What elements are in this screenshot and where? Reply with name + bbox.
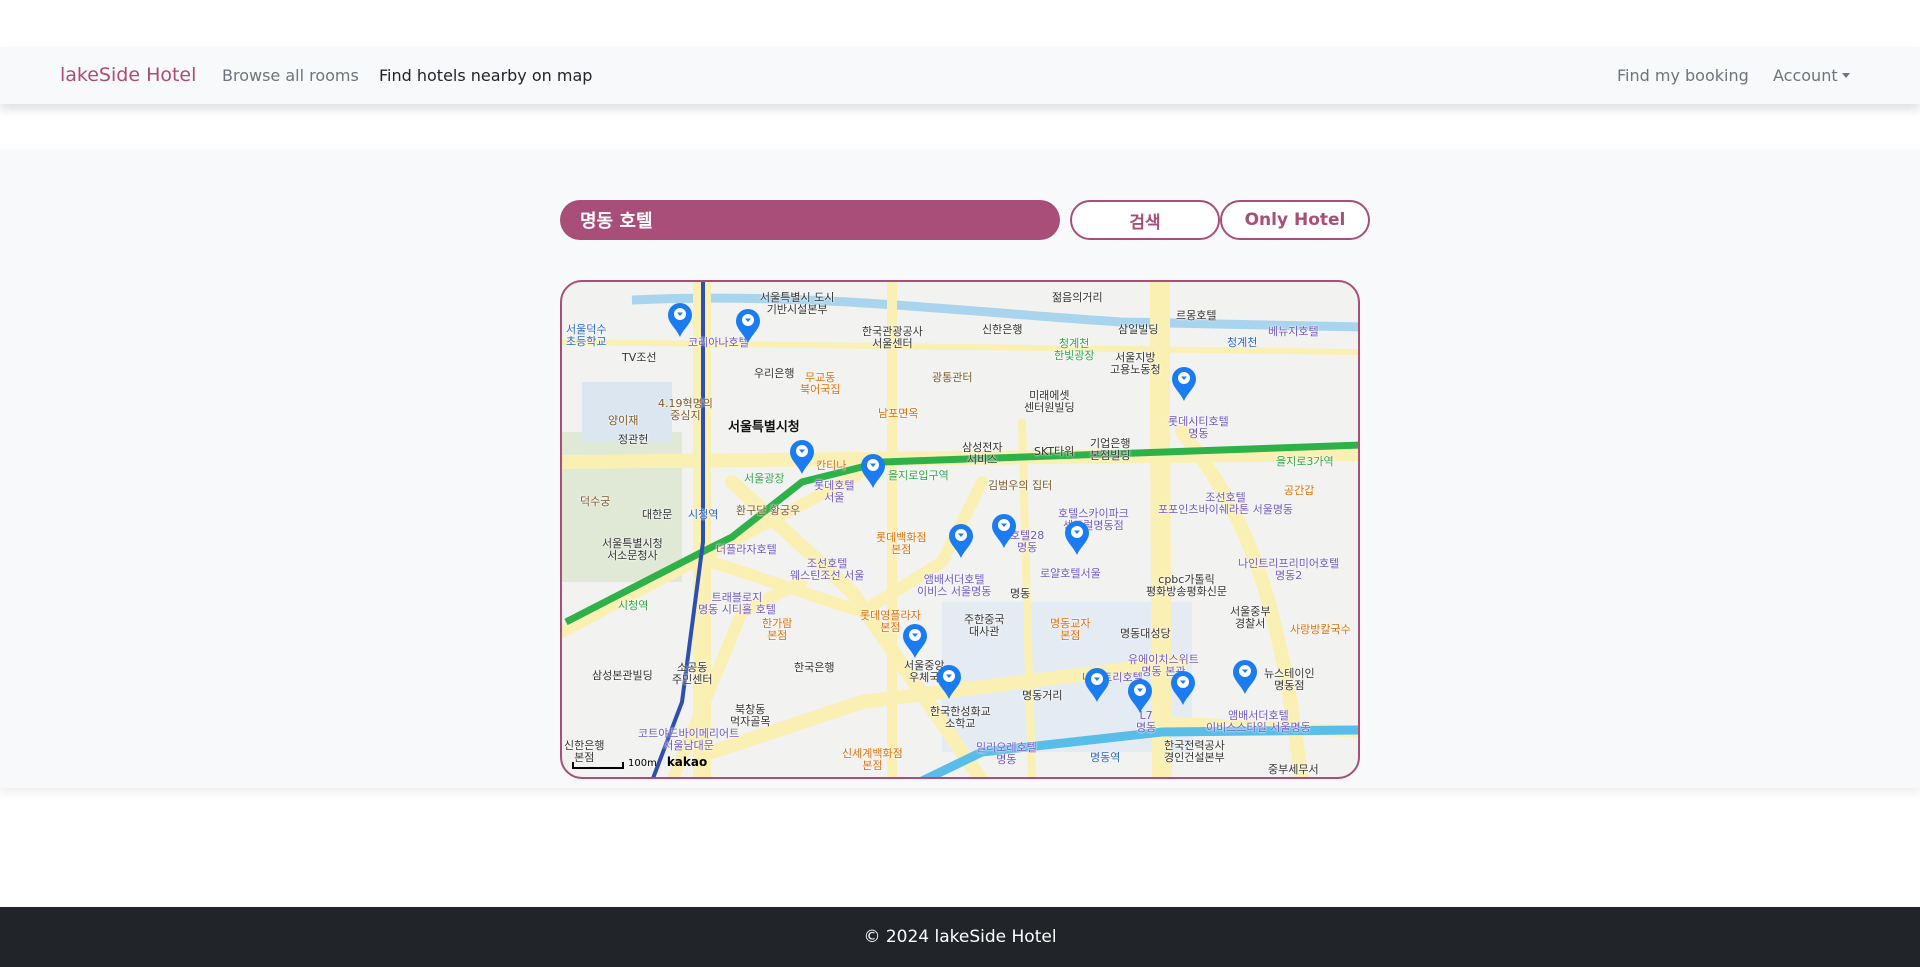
hotel-marker-icon[interactable] [1084,667,1110,703]
nav-find-hotels-map[interactable]: Find hotels nearby on map [379,66,592,85]
map-label[interactable]: 광통관터 [932,372,972,384]
map-label[interactable]: 삼성전자 서비스 [962,442,1002,466]
map-label[interactable]: 조선호텔 포포인츠바이쉐라톤 서울명동 [1158,492,1293,516]
map-label[interactable]: 소공동 주민센터 [672,662,712,686]
scale-bar [572,762,624,769]
account-dropdown[interactable]: Account [1773,66,1850,85]
map-label[interactable]: 기업은행 본점빌딩 [1090,438,1130,462]
map-label[interactable]: 을지로입구역 [888,470,949,482]
map-label[interactable]: 조선호텔 웨스틴조선 서울 [790,558,864,582]
map-label[interactable]: 서울특별시 도시 기반시설본부 [760,292,834,316]
hotel-marker-icon[interactable] [936,664,962,700]
map-label[interactable]: 서울중부 경찰서 [1230,606,1270,630]
navbar: lakeSide Hotel Browse all rooms Find hot… [0,47,1920,104]
footer: © 2024 lakeSide Hotel [0,907,1920,967]
map-label[interactable]: 서울특별시청 서소문청사 [602,538,663,562]
hotel-marker-icon[interactable] [948,523,974,559]
nav-find-booking[interactable]: Find my booking [1617,66,1749,85]
brand-link[interactable]: lakeSide Hotel [60,64,196,86]
map-label[interactable]: 더플라자호텔 [716,544,777,556]
hotel-marker-icon[interactable] [991,513,1017,549]
map-label[interactable]: 양이재 [608,415,638,427]
map-label[interactable]: 나인트리프리미어호텔 명동2 [1238,558,1339,582]
map-label[interactable]: 서울광장 [744,473,784,485]
map-label[interactable]: 신세계백화점 본점 [842,748,903,772]
search-button[interactable]: 검색 [1070,200,1220,240]
map-label[interactable]: 신한은행 [982,324,1022,336]
map-label[interactable]: 롯데호텔 서울 [814,480,854,504]
map-label[interactable]: 앰배서더호텔 이비스 서울명동 [917,574,991,598]
map-label[interactable]: 한국관광공사 서울센터 [862,326,923,350]
hotel-marker-icon[interactable] [1171,366,1197,402]
hotel-marker-icon[interactable] [860,453,886,489]
scale-label: 100m [628,758,657,769]
map-label[interactable]: 롯데시티호텔 명동 [1168,416,1229,440]
map-label[interactable]: 앰배서더호텔 이비스스타일 서울명동 [1206,710,1311,734]
map-label[interactable]: 한국전력공사 경인건설본부 [1164,740,1225,764]
map-label[interactable]: 한가람 본점 [762,618,792,642]
map-label[interactable]: 명동역 [1090,752,1120,764]
map-label[interactable]: 미래에셋 센터원빌딩 [1024,390,1075,414]
map-label[interactable]: 명동 [1010,588,1030,600]
map-scale: 100m kakao [572,755,707,769]
map-label[interactable]: SKT타워 [1034,446,1074,458]
nav-browse-rooms[interactable]: Browse all rooms [222,66,359,85]
hotel-marker-icon[interactable] [667,302,693,338]
hotel-marker-icon[interactable] [789,439,815,475]
map-label[interactable]: 삼성본관빌딩 [592,670,653,682]
map-label[interactable]: 대한문 [642,509,672,521]
map-label[interactable]: 서울지방 고용노동청 [1110,352,1161,376]
map-label[interactable]: TV조선 [622,352,656,364]
map-label[interactable]: 시청역 [688,509,718,521]
map-label[interactable]: 트래블로지 명동 시티홀 호텔 [698,592,776,616]
map-label[interactable]: 베뉴지호텔 [1268,326,1319,338]
hotel-marker-icon[interactable] [1232,659,1258,695]
map-label[interactable]: cpbc가톨릭 평화방송평화신문 [1146,574,1227,598]
map-label[interactable]: 청계천 [1227,337,1257,349]
map-label[interactable]: 덕수궁 [580,496,610,508]
hotel-marker-icon[interactable] [1170,670,1196,706]
map-label[interactable]: 북창동 먹자골목 [730,704,770,728]
hotel-marker-icon[interactable] [1127,678,1153,714]
account-label: Account [1773,66,1838,85]
map-label[interactable]: 4.19혁명의 중심지 [658,398,713,422]
map-label[interactable]: 한국한성화교 소학교 [930,706,991,730]
search-input[interactable] [560,200,1060,240]
map-label[interactable]: 우리은행 [754,368,794,380]
map-label[interactable]: 한국은행 [794,662,834,674]
map-label[interactable]: 밀리오레호텔 명동 [976,742,1037,766]
map-label[interactable]: 롯데백화점 본점 [876,532,927,556]
map-label[interactable]: 을지로3가역 [1276,456,1334,468]
hotel-marker-icon[interactable] [735,308,761,344]
map-view[interactable]: 서울특별시 도시 기반시설본부 서울덕수 초등학교 TV조선 코리아나호텔 우리은행 한국… [560,280,1360,779]
map-label[interactable]: 명동교자 본점 [1050,618,1090,642]
map-label[interactable]: 르몽호텔 [1176,310,1216,322]
map-label[interactable]: 환구단 황궁우 [736,505,800,517]
hotel-marker-icon[interactable] [902,623,928,659]
map-label[interactable]: 시청역 [618,600,648,612]
only-hotel-button[interactable]: Only Hotel [1220,200,1370,240]
map-label[interactable]: 중부세무서 [1268,764,1319,776]
kakao-logo: kakao [666,755,708,769]
map-label[interactable]: 칸티나 [816,460,846,472]
footer-text: © 2024 lakeSide Hotel [863,927,1057,947]
map-label[interactable]: 명동대성당 [1120,628,1171,640]
map-label[interactable]: 청계천 한빛광장 [1054,338,1094,362]
map-label[interactable]: 서울특별시청 [728,421,800,434]
map-label[interactable]: 명동거리 [1022,690,1062,702]
map-label[interactable]: 뉴스테이인 명동점 [1264,668,1315,692]
map-label[interactable]: 정관헌 [618,434,648,446]
map-label[interactable]: 김범우의 집터 [988,480,1052,492]
hotel-marker-icon[interactable] [1064,520,1090,556]
caret-down-icon [1841,73,1850,78]
map-label[interactable]: 무교동 북어국집 [800,372,840,396]
map-label[interactable]: 로얄호텔서울 [1040,568,1101,580]
map-label[interactable]: 삼일빌딩 [1118,324,1158,336]
map-label[interactable]: 젊음의거리 [1052,292,1103,304]
map-label[interactable]: 서울덕수 초등학교 [566,324,606,348]
map-label[interactable]: 주한중국 대사관 [964,614,1004,638]
map-label[interactable]: 사랑방칼국수 [1290,624,1351,636]
map-label[interactable]: 남포면옥 [878,408,918,420]
map-label[interactable]: 코트야드바이메리어트 서울남대문 [638,728,739,752]
